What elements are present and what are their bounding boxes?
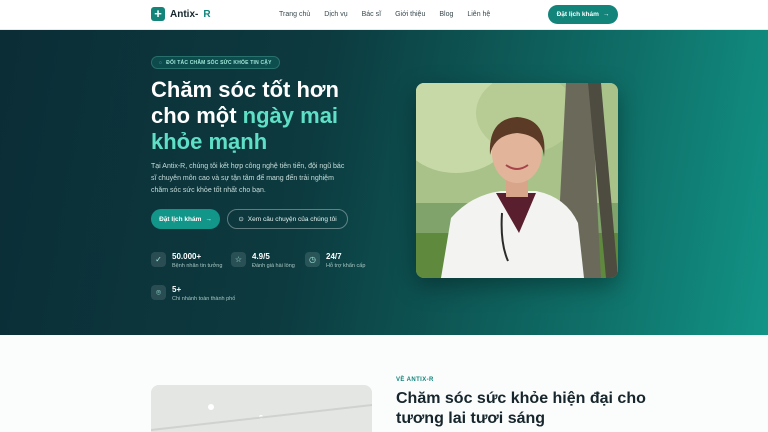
arrow-right-icon: → bbox=[602, 11, 610, 18]
clinic-photo bbox=[151, 385, 372, 432]
logo-accent: R bbox=[203, 8, 211, 20]
about-eyebrow: VỀ ANTIX-R bbox=[396, 377, 434, 383]
book-appointment-label: Đặt lịch khám bbox=[159, 215, 202, 223]
stat-value: 50.000+ bbox=[172, 252, 202, 261]
nav-link-services[interactable]: Dịch vụ bbox=[324, 11, 347, 18]
about-title: Chăm sóc sức khỏe hiện đại cho tương lai… bbox=[396, 390, 646, 427]
stat-support: ◷ 24/7 Hỗ trợ khẩn cấp bbox=[305, 252, 365, 271]
arrow-right-icon: → bbox=[205, 215, 212, 223]
logo-text: Antix- bbox=[170, 8, 199, 20]
plus-logo-icon: + bbox=[151, 7, 165, 21]
trust-badge-label: ĐỐI TÁC CHĂM SÓC SỨC KHỎE TIN CẬY bbox=[166, 59, 272, 66]
stat-value: 4.9/5 bbox=[252, 252, 270, 261]
our-story-label: Xem câu chuyện của chúng tôi bbox=[247, 215, 337, 223]
stat-patients: ✓ 50.000+ Bệnh nhân tin tưởng bbox=[151, 252, 222, 271]
nav-link-home[interactable]: Trang chủ bbox=[279, 11, 310, 18]
nav-link-contact[interactable]: Liên hệ bbox=[467, 11, 490, 18]
nav-link-about[interactable]: Giới thiệu bbox=[395, 11, 425, 18]
heart-check-icon: ✓ bbox=[151, 252, 166, 267]
stat-value: 5+ bbox=[172, 285, 182, 294]
hero-title-line2: cho một bbox=[151, 103, 243, 128]
nav-link-blog[interactable]: Blog bbox=[439, 11, 453, 18]
about-section: VỀ ANTIX-R Chăm sóc sức khỏe hiện đại ch… bbox=[0, 335, 768, 432]
stat-label: Đánh giá hài lòng bbox=[252, 263, 295, 269]
our-story-button[interactable]: ⊙ Xem câu chuyện của chúng tôi bbox=[227, 209, 348, 229]
trust-badge: ◌ ĐỐI TÁC CHĂM SÓC SỨC KHỎE TIN CẬY bbox=[151, 56, 280, 69]
top-navbar: + Antix- R Trang chủ Dịch vụ Bác sĩ Giới… bbox=[0, 0, 768, 30]
doctor-photo bbox=[416, 83, 618, 278]
play-circle-icon: ⊙ bbox=[238, 216, 244, 223]
hero-description: Tại Antix-R, chúng tôi kết hợp công nghệ… bbox=[151, 163, 345, 194]
clinic-illustration bbox=[151, 385, 372, 432]
stat-rating: ☆ 4.9/5 Đánh giá hài lòng bbox=[231, 252, 295, 271]
clock-icon: ◷ bbox=[305, 252, 320, 267]
hero-section: ◌ ĐỐI TÁC CHĂM SÓC SỨC KHỎE TIN CẬY Chăm… bbox=[0, 30, 768, 335]
stat-branches: ⌾ 5+ Chi nhánh toàn thành phố bbox=[151, 285, 235, 304]
shield-icon: ◌ bbox=[159, 59, 163, 66]
stat-label: Chi nhánh toàn thành phố bbox=[172, 296, 236, 302]
nav-link-doctors[interactable]: Bác sĩ bbox=[362, 11, 381, 18]
stat-label: Hỗ trợ khẩn cấp bbox=[326, 263, 366, 269]
stat-label: Bệnh nhân tin tưởng bbox=[172, 263, 223, 269]
hero-title-accent1: ngày mai bbox=[242, 103, 339, 128]
logo[interactable]: + Antix- R bbox=[151, 7, 211, 21]
nav-cta-label: Đặt lịch khám bbox=[556, 11, 599, 18]
hero-title: Chăm sóc tốt hơn cho một ngày mai khỏe m… bbox=[151, 77, 411, 155]
hero-title-line1: Chăm sóc tốt hơn bbox=[151, 77, 339, 102]
hero-title-accent2: khỏe mạnh bbox=[151, 129, 268, 154]
book-appointment-button[interactable]: Đặt lịch khám → bbox=[151, 209, 220, 229]
main-menu: Trang chủ Dịch vụ Bác sĩ Giới thiệu Blog… bbox=[279, 11, 490, 18]
stat-value: 24/7 bbox=[326, 252, 342, 261]
doctor-illustration bbox=[416, 83, 618, 278]
book-appointment-nav-button[interactable]: Đặt lịch khám → bbox=[548, 5, 618, 24]
location-pin-icon: ⌾ bbox=[151, 285, 166, 300]
star-icon: ☆ bbox=[231, 252, 246, 267]
